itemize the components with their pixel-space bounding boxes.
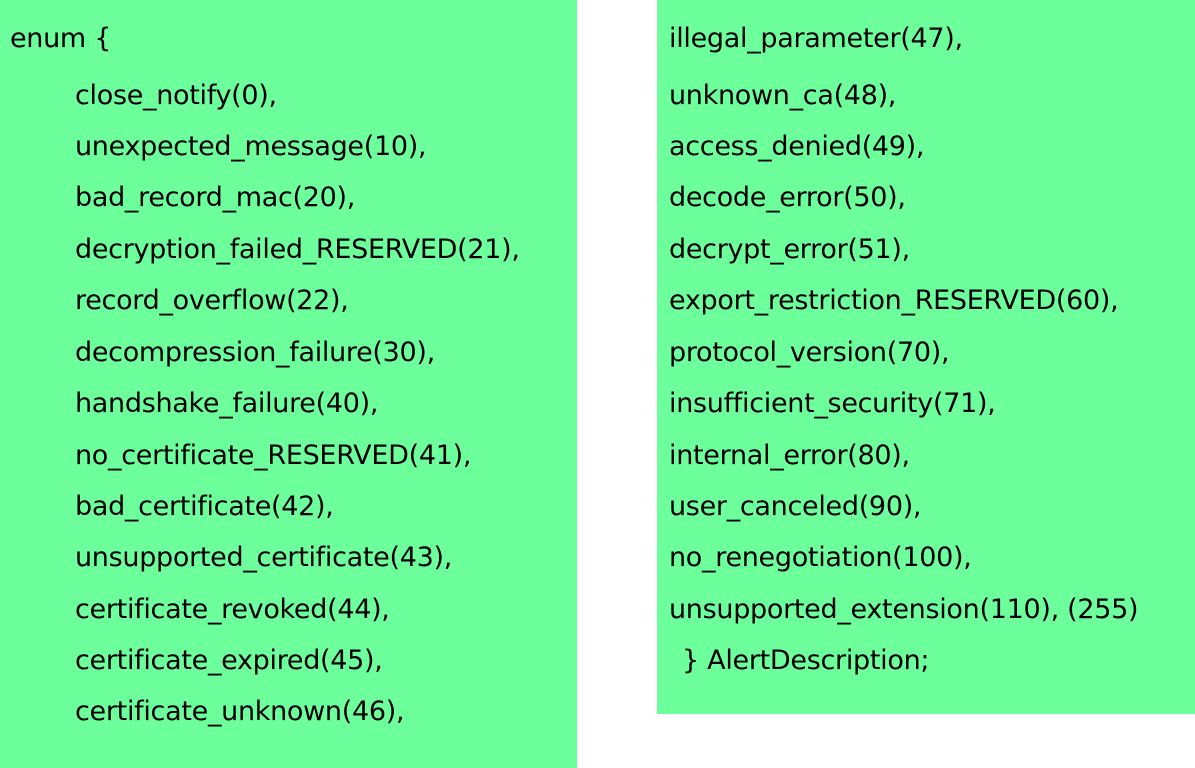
code-line: user_canceled(90), <box>669 491 922 522</box>
code-line: close_notify(0), <box>75 80 277 111</box>
code-line: unsupported_certificate(43), <box>75 542 452 573</box>
code-line: record_overflow(22), <box>75 285 349 316</box>
code-line: export_restriction_RESERVED(60), <box>669 285 1119 316</box>
code-line: handshake_failure(40), <box>75 388 379 419</box>
code-line: decompression_failure(30), <box>75 337 435 368</box>
code-line: internal_error(80), <box>669 440 910 471</box>
code-line: certificate_unknown(46), <box>75 696 405 727</box>
code-line: bad_record_mac(20), <box>75 182 356 213</box>
code-line: decrypt_error(51), <box>669 234 910 265</box>
code-line: unknown_ca(48), <box>669 80 897 111</box>
code-line: protocol_version(70), <box>669 337 950 368</box>
code-line: access_denied(49), <box>669 131 925 162</box>
enum-header: enum { <box>10 23 112 54</box>
code-line: bad_certificate(42), <box>75 491 334 522</box>
code-line: no_certificate_RESERVED(41), <box>75 440 472 471</box>
code-line: certificate_expired(45), <box>75 645 383 676</box>
code-line: illegal_parameter(47), <box>669 23 963 54</box>
code-line: insufficient_security(71), <box>669 388 996 419</box>
code-line: unexpected_message(10), <box>75 131 427 162</box>
left-code-panel: enum { close_notify(0), unexpected_messa… <box>0 0 577 768</box>
enum-closing: } AlertDescription; <box>682 645 930 676</box>
code-line: no_renegotiation(100), <box>669 542 972 573</box>
code-line: certificate_revoked(44), <box>75 594 390 625</box>
code-line: decode_error(50), <box>669 182 906 213</box>
code-line: unsupported_extension(110), (255) <box>669 594 1139 625</box>
code-line: decryption_failed_RESERVED(21), <box>75 234 520 265</box>
right-code-panel: illegal_parameter(47), unknown_ca(48), a… <box>657 0 1195 714</box>
